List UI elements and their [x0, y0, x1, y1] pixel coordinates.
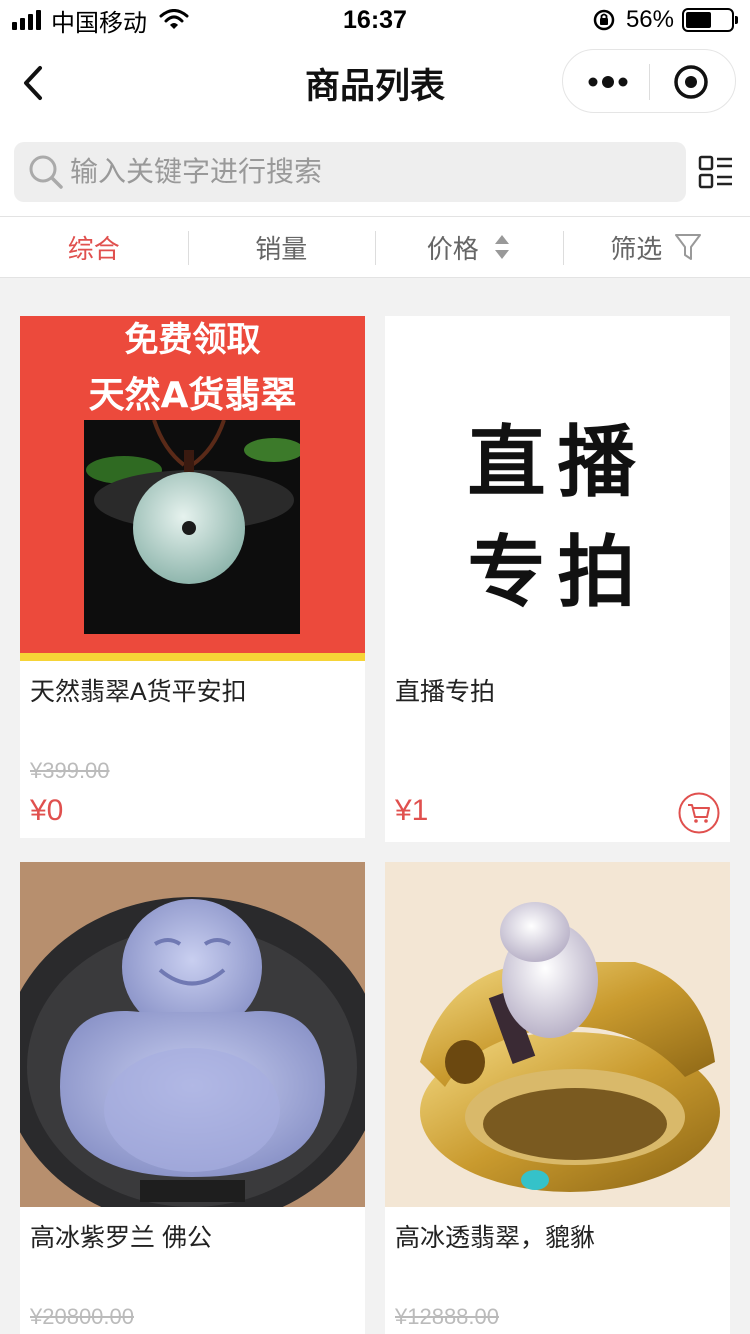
filter-label: 综合 [67, 233, 120, 264]
product-original-price: ¥20800.00 [30, 1304, 134, 1329]
product-name: 高冰紫罗兰 佛公 [30, 1224, 212, 1252]
close-circle-icon[interactable] [671, 62, 711, 102]
buddha-pendant-photo [20, 862, 365, 1207]
product-name: 直播专拍 [395, 678, 496, 706]
product-price: ¥0 [30, 794, 64, 827]
list-layout-icon[interactable] [698, 154, 734, 190]
mini-program-capsule [562, 49, 736, 113]
product-card[interactable]: 直播 专拍 直播专拍 ¥1 [385, 316, 730, 842]
live-line-2: 专拍 [467, 528, 648, 618]
live-banner: 直播 专拍 [385, 316, 730, 661]
promo-line-1: 免费领取 [124, 320, 261, 360]
filter-label: 筛选 [610, 233, 663, 264]
search-icon [29, 155, 63, 189]
filter-label: 价格 [426, 233, 479, 264]
search-box[interactable] [14, 142, 686, 202]
search-row [0, 126, 750, 216]
product-original-price: ¥399.00 [30, 758, 110, 783]
filter-comprehensive[interactable]: 综合 [0, 217, 188, 277]
product-image[interactable] [20, 862, 365, 1207]
status-bar: 中国移动 16:37 56% [0, 0, 750, 40]
pixiu-ring-photo [385, 862, 730, 1207]
product-image[interactable]: 直播 专拍 [385, 316, 730, 661]
search-input[interactable] [70, 142, 670, 202]
product-image[interactable] [385, 862, 730, 1207]
promo-stripe [20, 653, 365, 661]
filter-screen[interactable]: 筛选 [562, 217, 750, 277]
filter-price[interactable]: 价格 [375, 217, 563, 277]
more-dots-icon[interactable] [585, 64, 631, 100]
product-card[interactable]: 高冰透翡翠，貔貅 ¥12888.00 [385, 862, 730, 1334]
product-name: 天然翡翠A货平安扣 [30, 678, 247, 706]
funnel-icon [675, 234, 702, 260]
promo-banner: 免费领取 天然A货翡翠 [20, 316, 365, 661]
battery-fill [686, 12, 711, 28]
product-name: 高冰透翡翠，貔貅 [395, 1224, 596, 1252]
nav-bar: 商品列表 [0, 40, 750, 126]
product-original-price: ¥12888.00 [395, 1304, 499, 1329]
battery-percent: 56% [625, 6, 674, 33]
live-line-1: 直播 [467, 418, 648, 508]
rotation-lock-icon [593, 9, 615, 31]
jade-pendant-photo [84, 420, 300, 634]
product-image[interactable]: 免费领取 天然A货翡翠 [20, 316, 365, 661]
product-card[interactable]: 免费领取 天然A货翡翠 天然翡翠A货平安扣 ¥399.00 ¥0 [20, 316, 365, 838]
cart-icon[interactable] [678, 792, 720, 834]
battery-icon [682, 8, 738, 32]
promo-line-2: 天然A货翡翠 [88, 375, 297, 416]
status-right: 56% [592, 6, 738, 34]
filter-sales[interactable]: 销量 [187, 217, 376, 277]
filter-label: 销量 [255, 233, 308, 264]
product-price: ¥1 [395, 794, 429, 827]
filter-bar: 综合 销量 价格 筛选 [0, 216, 750, 278]
capsule-divider [649, 64, 650, 100]
sort-arrows-icon [494, 235, 509, 259]
product-card[interactable]: 高冰紫罗兰 佛公 ¥20800.00 [20, 862, 365, 1334]
